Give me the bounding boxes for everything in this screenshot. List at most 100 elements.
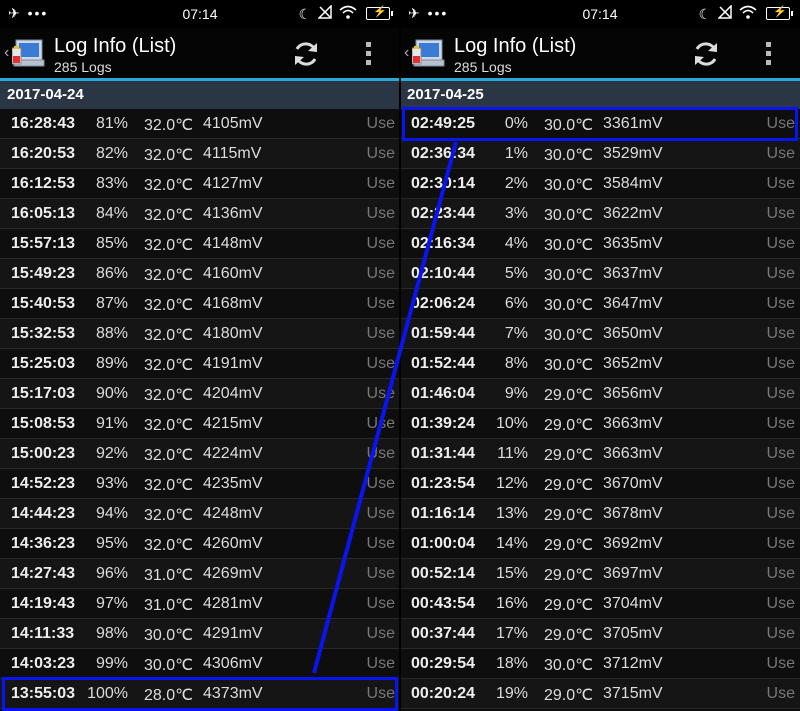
usage-label: Use (366, 205, 395, 222)
log-row[interactable]: 16:12:53 83% 32.0℃ 4127mV Use (0, 169, 400, 199)
log-list[interactable]: 02:49:25 0% 30.0℃ 3361mV Use 02:36:34 1% 30.0℃ 3… (400, 109, 800, 709)
log-row[interactable]: 01:52:44 8% 30.0℃ 3652mV Use (400, 349, 800, 379)
usage-label: Use (366, 235, 395, 252)
usage-label: Use (766, 475, 795, 492)
log-row[interactable]: 00:37:44 17% 29.0℃ 3705mV Use (400, 619, 800, 649)
battery-percent: 96% (95, 565, 128, 582)
battery-percent: 2% (504, 175, 528, 192)
battery-percent: 11% (497, 445, 528, 462)
log-row[interactable]: 01:59:44 7% 30.0℃ 3650mV Use (400, 319, 800, 349)
log-row[interactable]: 02:10:44 5% 30.0℃ 3637mV Use (400, 259, 800, 289)
log-row[interactable]: 02:23:44 3% 30.0℃ 3622mV Use (400, 199, 800, 229)
app-logo-icon[interactable] (11, 36, 48, 70)
usage-label: Use (366, 115, 395, 132)
log-row[interactable]: 15:25:03 89% 32.0℃ 4191mV Use (0, 349, 400, 379)
voltage: 3656mV (603, 385, 663, 402)
log-time: 02:16:34 (411, 235, 476, 252)
log-row[interactable]: 14:19:43 97% 31.0℃ 4281mV Use (0, 589, 400, 619)
log-row[interactable]: 02:06:24 6% 30.0℃ 3647mV Use (400, 289, 800, 319)
log-time: 02:06:24 (411, 295, 476, 312)
log-time: 00:37:44 (411, 625, 476, 642)
voltage: 3637mV (603, 265, 663, 282)
log-time: 14:36:23 (11, 535, 76, 552)
refresh-icon[interactable] (690, 38, 722, 70)
overflow-menu-icon[interactable] (360, 40, 376, 68)
log-row[interactable]: 15:17:03 90% 32.0℃ 4204mV Use (0, 379, 400, 409)
date-header: 2017-04-25 (400, 81, 800, 109)
log-row[interactable]: 14:03:23 99% 30.0℃ 4306mV Use (0, 649, 400, 679)
back-chevron-icon[interactable]: ‹ (404, 44, 409, 62)
temperature: 29.0℃ (544, 447, 594, 464)
log-row[interactable]: 00:43:54 16% 29.0℃ 3704mV Use (400, 589, 800, 619)
log-time: 14:27:43 (11, 565, 76, 582)
log-row[interactable]: 15:40:53 87% 32.0℃ 4168mV Use (0, 289, 400, 319)
temperature: 29.0℃ (544, 507, 594, 524)
log-row[interactable]: 14:11:33 98% 30.0℃ 4291mV Use (0, 619, 400, 649)
usage-label: Use (766, 175, 795, 192)
battery-percent: 90% (95, 385, 128, 402)
log-row[interactable]: 16:20:53 82% 32.0℃ 4115mV Use (0, 139, 400, 169)
log-row[interactable]: 01:31:44 11% 29.0℃ 3663mV Use (400, 439, 800, 469)
log-row[interactable]: 00:29:54 18% 30.0℃ 3712mV Use (400, 649, 800, 679)
log-row[interactable]: 01:23:54 12% 29.0℃ 3670mV Use (400, 469, 800, 499)
voltage: 3705mV (603, 625, 663, 642)
log-time: 00:43:54 (411, 595, 476, 612)
log-row[interactable]: 14:52:23 93% 32.0℃ 4235mV Use (0, 469, 400, 499)
log-time: 01:46:04 (411, 385, 476, 402)
temperature: 30.0℃ (544, 357, 594, 374)
log-row[interactable]: 15:57:13 85% 32.0℃ 4148mV Use (0, 229, 400, 259)
battery-percent: 86% (95, 265, 128, 282)
log-row[interactable]: 16:05:13 84% 32.0℃ 4136mV Use (0, 199, 400, 229)
page-title: Log Info (List) (54, 35, 177, 57)
voltage: 4260mV (203, 535, 263, 552)
voltage: 3647mV (603, 295, 663, 312)
battery-percent: 94% (95, 505, 128, 522)
usage-label: Use (766, 355, 795, 372)
log-row[interactable]: 02:16:34 4% 30.0℃ 3635mV Use (400, 229, 800, 259)
temperature: 32.0℃ (144, 117, 194, 134)
temperature: 32.0℃ (144, 207, 194, 224)
usage-label: Use (766, 325, 795, 342)
app-bar: ‹ Log Info (List) 285 Logs (400, 28, 800, 78)
temperature: 30.0℃ (544, 327, 594, 344)
log-time: 01:16:14 (411, 505, 476, 522)
app-logo-icon[interactable] (411, 36, 448, 70)
temperature: 32.0℃ (144, 447, 194, 464)
log-row[interactable]: 14:36:23 95% 32.0℃ 4260mV Use (0, 529, 400, 559)
log-time: 02:30:14 (411, 175, 476, 192)
temperature: 29.0℃ (544, 687, 594, 704)
log-row[interactable]: 01:46:04 9% 29.0℃ 3656mV Use (400, 379, 800, 409)
log-row[interactable]: 01:16:14 13% 29.0℃ 3678mV Use (400, 499, 800, 529)
temperature: 32.0℃ (144, 537, 194, 554)
voltage: 4291mV (203, 625, 263, 642)
log-row[interactable]: 14:27:43 96% 31.0℃ 4269mV Use (0, 559, 400, 589)
voltage: 3678mV (603, 505, 663, 522)
overflow-menu-icon[interactable] (760, 40, 776, 68)
log-row[interactable]: 00:20:24 19% 29.0℃ 3715mV Use (400, 679, 800, 709)
log-count: 285 Logs (54, 59, 112, 75)
temperature: 30.0℃ (144, 657, 194, 674)
usage-label: Use (366, 415, 395, 432)
battery-charging-icon: ⚡ (366, 6, 393, 20)
usage-label: Use (766, 655, 795, 672)
log-row[interactable]: 00:52:14 15% 29.0℃ 3697mV Use (400, 559, 800, 589)
log-row[interactable]: 02:36:34 1% 30.0℃ 3529mV Use (400, 139, 800, 169)
back-chevron-icon[interactable]: ‹ (4, 44, 9, 62)
log-row[interactable]: 01:39:24 10% 29.0℃ 3663mV Use (400, 409, 800, 439)
log-row[interactable]: 16:28:43 81% 32.0℃ 4105mV Use (0, 109, 400, 139)
log-row[interactable]: 15:00:23 92% 32.0℃ 4224mV Use (0, 439, 400, 469)
battery-percent: 6% (504, 295, 528, 312)
highlight-box (402, 107, 798, 141)
refresh-icon[interactable] (290, 38, 322, 70)
log-row[interactable]: 14:44:23 94% 32.0℃ 4248mV Use (0, 499, 400, 529)
log-list[interactable]: 16:28:43 81% 32.0℃ 4105mV Use 16:20:53 82% 32.0… (0, 109, 400, 709)
temperature: 30.0℃ (144, 627, 194, 644)
battery-percent: 81% (95, 115, 128, 132)
log-row[interactable]: 15:08:53 91% 32.0℃ 4215mV Use (0, 409, 400, 439)
log-row[interactable]: 15:49:23 86% 32.0℃ 4160mV Use (0, 259, 400, 289)
log-time: 16:05:13 (11, 205, 76, 222)
log-row[interactable]: 02:30:14 2% 30.0℃ 3584mV Use (400, 169, 800, 199)
log-row[interactable]: 01:00:04 14% 29.0℃ 3692mV Use (400, 529, 800, 559)
usage-label: Use (366, 145, 395, 162)
log-row[interactable]: 15:32:53 88% 32.0℃ 4180mV Use (0, 319, 400, 349)
